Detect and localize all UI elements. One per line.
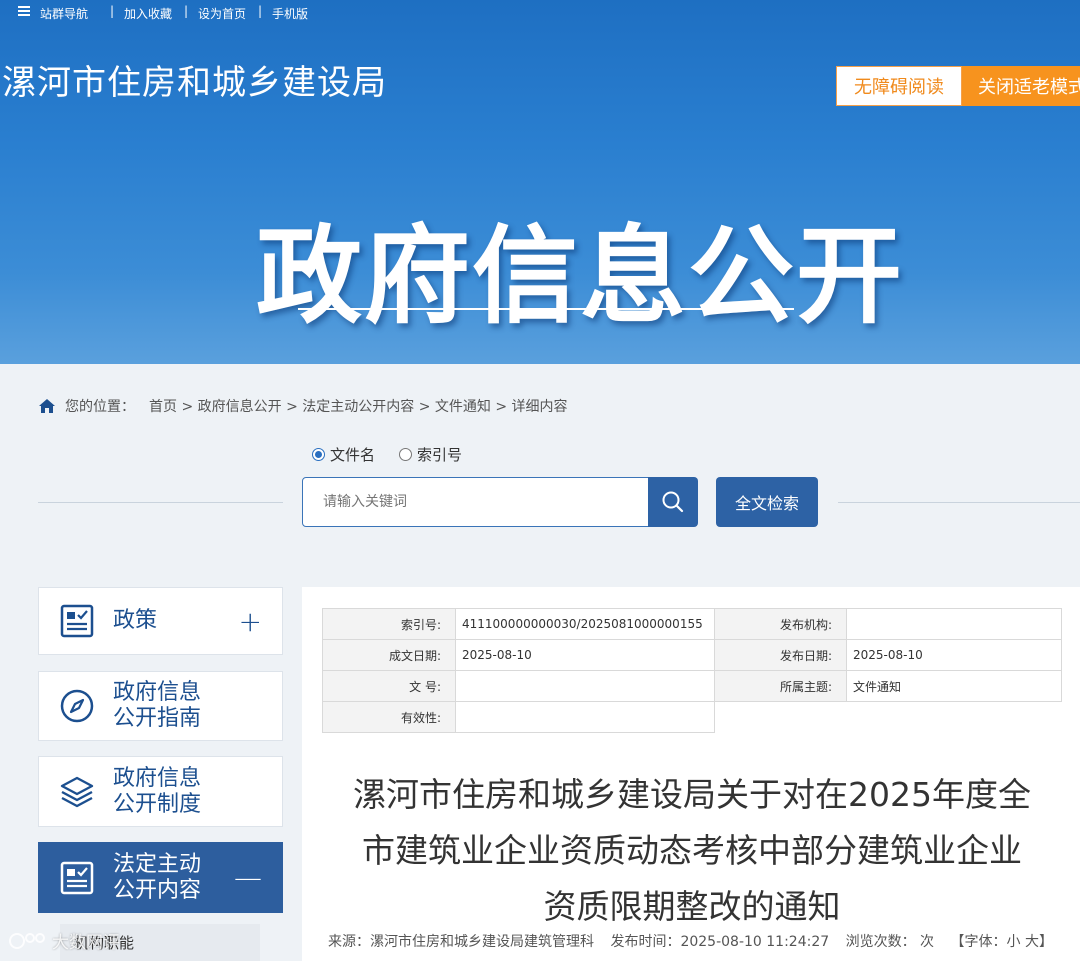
document-source: 来源：漯河市住房和城乡建设局建筑管理科 [328, 934, 594, 950]
sidebar-item-label: 政府信息 公开指南 [113, 680, 202, 731]
publisher-value [846, 608, 1062, 640]
watermark: 大数网评 [8, 928, 120, 953]
separator: | [258, 4, 263, 18]
breadcrumb: 您的位置： 首页 > 政府信息公开 > 法定主动公开内容 > 文件通知 > 详细… [38, 396, 568, 416]
compass-icon [60, 689, 94, 723]
radio-filename-label[interactable]: 文件名 [330, 444, 375, 465]
search-button[interactable] [648, 477, 698, 527]
font-size-control[interactable]: 【字体：小 大】 [951, 934, 1053, 950]
set-homepage-link[interactable]: 设为首页 [198, 5, 246, 22]
radio-index-no-label[interactable]: 索引号 [417, 444, 462, 465]
topic-label: 所属主题: [714, 670, 847, 702]
document-views: 浏览次数： 次 [845, 934, 935, 950]
search-type-options: 文件名 索引号 [312, 444, 486, 465]
search-icon [662, 491, 684, 513]
menu-list-icon[interactable] [18, 6, 30, 17]
document-publish-time: 发布时间：2025-08-10 11:24:27 [610, 934, 830, 950]
content-panel: 索引号: 411100000000030/2025081000000155 发布… [302, 587, 1080, 961]
document-title: 漯河市住房和城乡建设局关于对在2025年度全 市建筑业企业资质动态考核中部分建筑… [332, 767, 1052, 935]
search-input[interactable] [302, 477, 650, 527]
breadcrumb-prefix: 您的位置： [65, 399, 135, 415]
watermark-logo-icon [9, 932, 45, 949]
mobile-version-link[interactable]: 手机版 [272, 5, 308, 22]
breadcrumb-path[interactable]: 首页 > 政府信息公开 > 法定主动公开内容 > 文件通知 > 详细内容 [149, 396, 568, 416]
sidebar-item-guide[interactable]: 政府信息 公开指南 [38, 671, 283, 741]
accessibility-button[interactable]: 无障碍阅读 [836, 66, 962, 106]
table-row: 文 号: 所属主题: 文件通知 [322, 670, 1062, 702]
sidebar-item-policy[interactable]: 政策 + [38, 587, 283, 655]
document-title-line: 资质限期整改的通知 [543, 887, 841, 926]
sidebar-item-statutory[interactable]: 法定主动 公开内容 — [38, 842, 283, 913]
banner-underline [298, 308, 794, 310]
collapse-minus-icon[interactable]: — [234, 861, 262, 894]
table-row: 成文日期: 2025-08-10 发布日期: 2025-08-10 [322, 639, 1062, 671]
document-meta-table: 索引号: 411100000000030/2025081000000155 发布… [322, 608, 1062, 733]
layers-icon [60, 776, 94, 807]
policy-doc-icon [60, 604, 94, 638]
index-no-value: 411100000000030/2025081000000155 [455, 608, 715, 640]
fulltext-search-button[interactable]: 全文检索 [716, 477, 818, 527]
sidebar-item-system[interactable]: 政府信息 公开制度 [38, 756, 283, 827]
expand-plus-icon[interactable]: + [239, 605, 262, 638]
banner-title: 政府信息公开 [256, 215, 904, 338]
sidebar-item-label: 政策 [113, 608, 158, 633]
radio-index-no[interactable] [399, 448, 413, 461]
separator: | [110, 4, 115, 18]
table-row: 有效性: [322, 701, 1062, 733]
elder-mode-button[interactable]: 关闭适老模式 [962, 66, 1080, 106]
checklist-doc-icon [60, 861, 94, 894]
table-row: 索引号: 411100000000030/2025081000000155 发布… [322, 608, 1062, 640]
divider-left [38, 502, 283, 503]
written-date-value: 2025-08-10 [455, 639, 715, 671]
separator: | [184, 4, 189, 18]
site-nav-link[interactable]: 站群导航 [40, 5, 88, 22]
doc-no-value [455, 670, 715, 702]
site-title: 漯河市住房和城乡建设局 [2, 63, 387, 103]
publisher-label: 发布机构: [714, 608, 847, 640]
doc-no-label: 文 号: [322, 670, 456, 702]
validity-value [455, 701, 715, 733]
topic-value: 文件通知 [846, 670, 1062, 702]
validity-label: 有效性: [322, 701, 456, 733]
sidebar-item-label: 法定主动 公开内容 [113, 851, 202, 903]
publish-date-label: 发布日期: [714, 639, 847, 671]
document-title-line: 市建筑业企业资质动态考核中部分建筑业企业 [362, 831, 1022, 870]
publish-date-value: 2025-08-10 [846, 639, 1062, 671]
home-icon[interactable] [38, 398, 56, 414]
sidebar-item-label: 政府信息 公开制度 [113, 765, 202, 817]
document-info-bar: 来源：漯河市住房和城乡建设局建筑管理科 发布时间：2025-08-10 11:2… [328, 931, 1065, 951]
index-no-label: 索引号: [322, 608, 456, 640]
watermark-text: 大数网评 [52, 933, 120, 953]
site-header: 站群导航 | 加入收藏 | 设为首页 | 手机版 漯河市住房和城乡建设局 无障碍… [0, 0, 1080, 364]
document-title-line: 漯河市住房和城乡建设局关于对在2025年度全 [353, 775, 1031, 814]
written-date-label: 成文日期: [322, 639, 456, 671]
divider-right [838, 502, 1080, 503]
radio-filename[interactable] [312, 448, 325, 461]
add-favorite-link[interactable]: 加入收藏 [124, 5, 172, 22]
